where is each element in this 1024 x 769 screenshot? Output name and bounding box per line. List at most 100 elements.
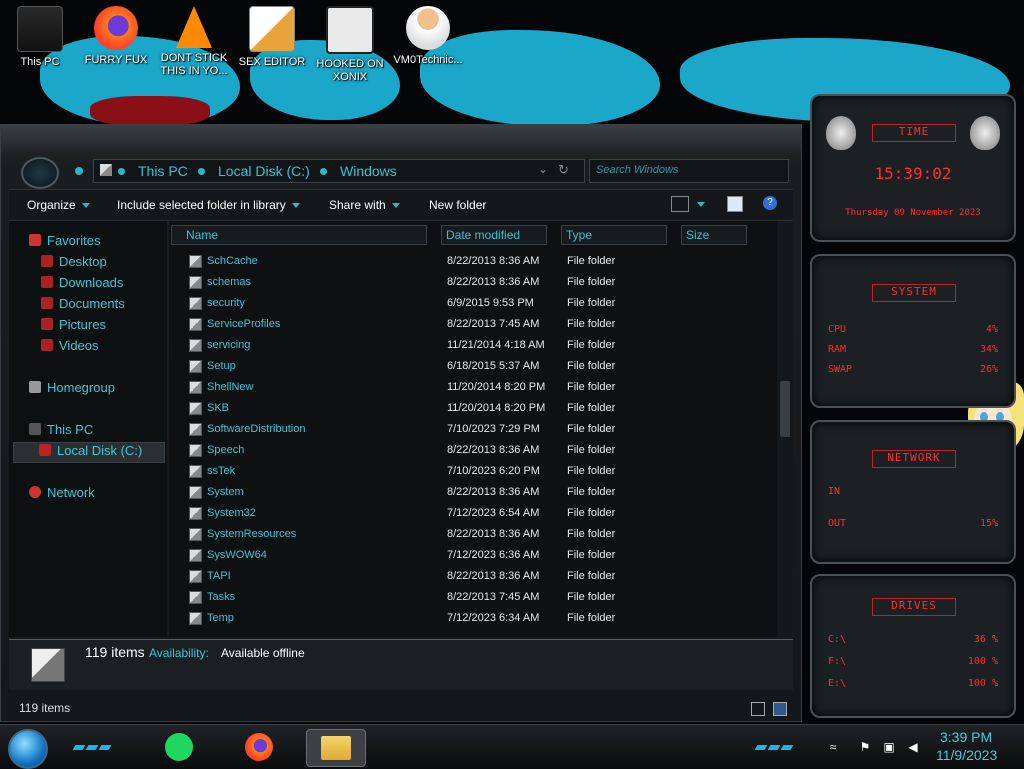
download-icon [41, 276, 53, 288]
search-box[interactable]: Search Windows [589, 159, 789, 183]
network-tray-icon[interactable]: ▣ [882, 741, 896, 753]
file-row[interactable]: Speech 8/22/2013 8:36 AM File folder [169, 440, 779, 461]
nav-label: Network [47, 485, 95, 500]
file-row[interactable]: security 6/9/2015 9:53 PM File folder [169, 293, 779, 314]
breadcrumb-separator-icon [320, 168, 327, 175]
file-type: File folder [567, 402, 616, 414]
file-row[interactable]: TAPI 8/22/2013 8:36 AM File folder [169, 566, 779, 587]
nav-label: Pictures [59, 317, 106, 332]
volume-icon[interactable]: ◀ [906, 741, 920, 753]
taskbar-decoration [754, 739, 796, 750]
file-row[interactable]: SoftwareDistribution 7/10/2023 7:29 PM Fil… [169, 419, 779, 440]
action-center-flag-icon[interactable]: ⚑ [858, 741, 872, 753]
nav-pictures[interactable]: Pictures [41, 317, 106, 336]
column-header-type[interactable]: Type [561, 225, 667, 245]
breadcrumb-this-pc[interactable]: This PC [138, 163, 188, 179]
nav-network[interactable]: Network [29, 485, 95, 504]
column-header-date[interactable]: Date modified [441, 225, 547, 245]
desktop-icon-sex-editor[interactable]: SEX EDITOR [234, 6, 310, 69]
folder-icon [189, 507, 202, 520]
breadcrumb-local-disk[interactable]: Local Disk (C:) [218, 163, 310, 179]
nav-downloads[interactable]: Downloads [41, 275, 123, 294]
new-folder-button[interactable]: New folder [429, 198, 486, 212]
desktop-icon-furry-fux[interactable]: FURRY FUX [78, 6, 154, 67]
nav-favorites[interactable]: Favorites [29, 233, 100, 252]
nav-videos[interactable]: Videos [41, 338, 99, 357]
taskbar-file-explorer[interactable] [306, 729, 366, 767]
taskbar-firefox[interactable] [236, 729, 282, 765]
share-with-button[interactable]: Share with [329, 198, 400, 212]
show-hidden-icons[interactable]: ≈ [826, 741, 840, 753]
refresh-icon[interactable]: ↻ [558, 162, 569, 178]
help-icon[interactable]: ? [763, 196, 777, 210]
taskbar-spotify[interactable] [156, 729, 202, 765]
vertical-scrollbar[interactable] [777, 221, 793, 637]
large-icons-view-icon[interactable] [773, 702, 787, 716]
column-header-name[interactable]: Name [171, 225, 427, 245]
file-date-modified: 6/9/2015 9:53 PM [447, 297, 534, 309]
view-dropdown-icon[interactable] [697, 202, 705, 207]
address-dropdown-icon[interactable]: ⌄ [538, 162, 548, 176]
file-row[interactable]: ServiceProfiles 8/22/2013 7:45 AM File fol… [169, 314, 779, 335]
breadcrumb-windows[interactable]: Windows [340, 163, 397, 179]
chevron-down-icon [391, 203, 400, 209]
organize-button[interactable]: Organize [27, 198, 90, 212]
nav-label: This PC [47, 422, 94, 437]
nav-desktop[interactable]: Desktop [41, 254, 107, 273]
file-row[interactable]: SystemResources 8/22/2013 8:36 AM File fol… [169, 524, 779, 545]
file-row[interactable]: Tasks 8/22/2013 7:45 AM File folder [169, 587, 779, 608]
back-button[interactable] [21, 157, 59, 189]
file-row[interactable]: Temp 7/12/2023 6:34 AM File folder [169, 608, 779, 629]
network-out-value: 15% [979, 518, 998, 529]
start-button[interactable] [8, 729, 48, 769]
file-row[interactable]: SKB 11/20/2014 8:20 PM File folder [169, 398, 779, 419]
file-row[interactable]: schemas 8/22/2013 8:36 AM File folder [169, 272, 779, 293]
chevron-down-icon [291, 203, 300, 209]
ram-label: RAM [828, 344, 847, 355]
star-icon [29, 234, 41, 246]
nav-label: Documents [59, 296, 125, 311]
search-input[interactable]: Search Windows [596, 164, 678, 176]
view-options-icon[interactable] [671, 196, 689, 212]
file-row[interactable]: System32 7/12/2023 6:54 AM File folder [169, 503, 779, 524]
desktop-icon-dont-stick[interactable]: DONT STICK THIS IN YO... [156, 6, 232, 78]
details-view-icon[interactable] [751, 702, 765, 716]
file-row[interactable]: ShellNew 11/20/2014 8:20 PM File folder [169, 377, 779, 398]
include-in-library-button[interactable]: Include selected folder in library [117, 198, 300, 212]
system-gadget-title: SYSTEM [872, 284, 956, 302]
availability-label: Availability: [149, 646, 209, 660]
taskbar-clock-date[interactable]: 11/9/2023 [936, 747, 997, 763]
nav-documents[interactable]: Documents [41, 296, 125, 315]
nav-homegroup[interactable]: Homegroup [29, 380, 115, 399]
preview-pane-icon[interactable] [727, 196, 743, 212]
desktop-icon-hooked-on-xonix[interactable]: HOOKED ON XONIX [312, 6, 388, 84]
desktop-icon-vm0technic[interactable]: VM0Technic... [390, 6, 466, 67]
file-date-modified: 8/22/2013 7:45 AM [447, 591, 540, 603]
file-type: File folder [567, 486, 616, 498]
file-row[interactable]: System 8/22/2013 8:36 AM File folder [169, 482, 779, 503]
file-name: SchCache [207, 255, 258, 267]
scrollbar-thumb[interactable] [780, 381, 790, 437]
breadcrumb-separator-icon [118, 168, 125, 175]
address-bar[interactable]: This PC Local Disk (C:) Windows ⌄ ↻ [93, 159, 585, 183]
nav-this-pc[interactable]: This PC [29, 422, 93, 441]
file-row[interactable]: SysWOW64 7/12/2023 6:36 AM File folder [169, 545, 779, 566]
file-date-modified: 8/22/2013 8:36 AM [447, 444, 540, 456]
nav-local-disk[interactable]: Local Disk (C:) [39, 443, 142, 462]
folder-icon [189, 339, 202, 352]
file-type: File folder [567, 318, 616, 330]
drive-c-label: C:\ [828, 634, 847, 645]
history-dropdown-icon[interactable] [75, 167, 83, 175]
picture-icon [41, 318, 53, 330]
taskbar-clock-time[interactable]: 3:39 PM [940, 729, 992, 745]
column-header-size[interactable]: Size [681, 225, 747, 245]
file-row[interactable]: SchCache 8/22/2013 8:36 AM File folder [169, 251, 779, 272]
file-name: ShellNew [207, 381, 254, 393]
folder-icon [31, 648, 65, 682]
file-type: File folder [567, 570, 616, 582]
file-row[interactable]: Setup 6/18/2015 5:37 AM File folder [169, 356, 779, 377]
window-title-bar[interactable] [1, 125, 801, 153]
file-row[interactable]: servicing 11/21/2014 4:18 AM File folder [169, 335, 779, 356]
file-row[interactable]: ssTek 7/10/2023 6:20 PM File folder [169, 461, 779, 482]
desktop-icon-this-pc[interactable]: This PC [2, 6, 78, 69]
